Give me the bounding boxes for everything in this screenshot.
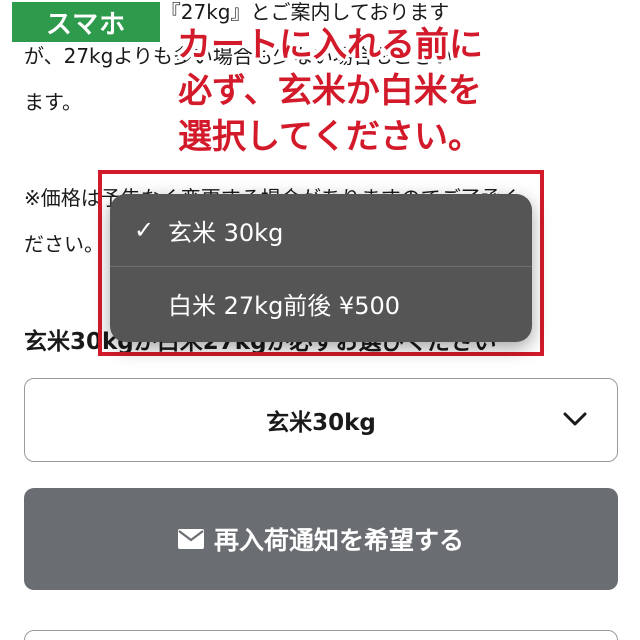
checkmark-icon: ✓ [133,216,155,244]
callout-line-1: カートに入れる前に [177,25,483,65]
dropdown-popup: ✓ 玄米 30kg 白米 27kg前後 ¥500 [110,194,532,342]
rice-type-select[interactable]: 玄米30kg [24,378,618,462]
restock-notify-button[interactable]: 再入荷通知を希望する [24,488,618,590]
select-value: 玄米30kg [266,410,376,436]
dropdown-option-label: 玄米 30kg [168,218,284,247]
dropdown-option-label: 白米 27kg前後 ¥500 [168,291,401,320]
next-control[interactable] [24,630,618,640]
callout-line-3: 選択してください。 [178,117,482,157]
instruction-callout: カートに入れる前に 必ず、玄米か白米を 選択してください。 [140,22,520,160]
restock-notify-label: 再入荷通知を希望する [213,526,464,555]
dropdown-option-white-rice[interactable]: 白米 27kg前後 ¥500 [110,267,532,339]
callout-line-2: 必ず、玄米か白米を [178,71,482,111]
product-page: ※ご案内画像は『27kg』とご案内しております が、27kgよりも多い場合も少な… [0,0,640,640]
dropdown-option-brown-rice[interactable]: ✓ 玄米 30kg [110,194,532,266]
chevron-down-icon [563,412,587,426]
envelope-icon [177,529,204,549]
device-badge: スマホ [12,2,160,42]
